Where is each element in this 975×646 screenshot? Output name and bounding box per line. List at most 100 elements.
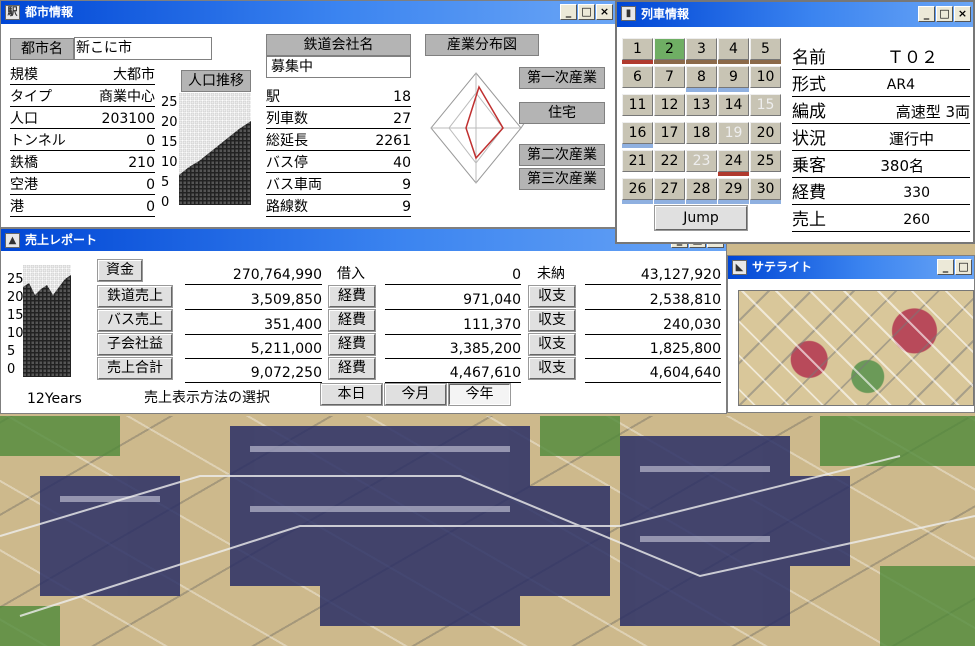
day-status-bar xyxy=(622,60,653,64)
subsidiary-profit-button[interactable]: 子会社益 xyxy=(97,333,173,356)
train-info-title: 列車情報 xyxy=(641,7,690,21)
stat-row-scale: 規模 大都市 xyxy=(10,67,155,85)
day-cell-18[interactable]: 18 xyxy=(686,122,717,144)
industry-primary: 第一次産業 xyxy=(519,67,605,89)
sales-total-button[interactable]: 売上合計 xyxy=(97,357,173,380)
city-name-field[interactable]: 新こに市 xyxy=(74,37,212,60)
balance-button-2[interactable]: 収支 xyxy=(528,309,576,332)
day-cell-25[interactable]: 25 xyxy=(750,150,781,172)
day-cell-14[interactable]: 14 xyxy=(718,94,749,116)
day-cell-24[interactable]: 24 xyxy=(718,150,749,172)
day-status-bar xyxy=(718,172,749,176)
period-today-button[interactable]: 本日 xyxy=(320,383,383,406)
day-status-bar xyxy=(718,88,749,92)
day-cell-4[interactable]: 4 xyxy=(718,38,749,60)
funds-value: 270,764,990 xyxy=(185,266,322,285)
expense-button-4[interactable]: 経費 xyxy=(328,357,376,380)
funds-button[interactable]: 資金 xyxy=(97,259,143,282)
industry-radar xyxy=(430,72,531,184)
day-cell-1[interactable]: 1 xyxy=(622,38,653,60)
sales-report-window: ▲ 売上レポート _ □ × 25 20 15 10 5 0 12Years 資… xyxy=(0,228,727,414)
loan-label: 借入 xyxy=(337,266,365,282)
city-buildings xyxy=(0,416,975,646)
day-status-bar xyxy=(686,88,717,92)
pop-axis: 25 20 15 10 5 0 xyxy=(161,95,178,210)
balance-button-1[interactable]: 収支 xyxy=(528,285,576,308)
years-label: 12Years xyxy=(27,391,82,407)
industry-housing: 住宅 xyxy=(519,102,605,124)
expense-button-3[interactable]: 経費 xyxy=(328,333,376,356)
day-cell-22[interactable]: 22 xyxy=(654,150,685,172)
day-cell-7[interactable]: 7 xyxy=(654,66,685,88)
satellite-map[interactable] xyxy=(738,290,974,406)
bus-sales-button[interactable]: バス売上 xyxy=(97,309,173,332)
day-cell-16[interactable]: 16 xyxy=(622,122,653,144)
satellite-icon: ◣ xyxy=(732,260,747,275)
day-cell-3[interactable]: 3 xyxy=(686,38,717,60)
day-status-bar xyxy=(718,200,749,204)
maximize-button[interactable]: □ xyxy=(955,259,972,275)
city-view[interactable] xyxy=(0,416,975,646)
train-icon: ▮ xyxy=(621,6,636,21)
day-cell-20[interactable]: 20 xyxy=(750,122,781,144)
day-cell-17[interactable]: 17 xyxy=(654,122,685,144)
day-cell-10[interactable]: 10 xyxy=(750,66,781,88)
stat-row-population: 人口 203100 xyxy=(10,111,155,129)
day-cell-19[interactable]: 19 xyxy=(718,122,749,144)
day-cell-27[interactable]: 27 xyxy=(654,178,685,200)
day-cell-5[interactable]: 5 xyxy=(750,38,781,60)
day-cell-8[interactable]: 8 xyxy=(686,66,717,88)
satellite-titlebar[interactable]: ◣ サテライト _ □ xyxy=(728,256,974,279)
day-status-bar xyxy=(686,200,717,204)
close-button[interactable]: × xyxy=(954,6,971,22)
balance-value-2: 240,030 xyxy=(585,316,721,335)
train-info-titlebar[interactable]: ▮ 列車情報 _ □ × xyxy=(617,2,973,27)
jump-button[interactable]: Jump xyxy=(654,205,748,231)
day-cell-15[interactable]: 15 xyxy=(750,94,781,116)
city-info-titlebar[interactable]: 駅 都市情報 _ □ × xyxy=(1,1,615,24)
day-cell-23[interactable]: 23 xyxy=(686,150,717,172)
day-cell-13[interactable]: 13 xyxy=(686,94,717,116)
rail-sales-value: 3,509,850 xyxy=(185,291,322,310)
day-cell-9[interactable]: 9 xyxy=(718,66,749,88)
maximize-button[interactable]: □ xyxy=(936,6,953,22)
expense-button-2[interactable]: 経費 xyxy=(328,309,376,332)
day-cell-21[interactable]: 21 xyxy=(622,150,653,172)
day-cell-29[interactable]: 29 xyxy=(718,178,749,200)
day-cell-12[interactable]: 12 xyxy=(654,94,685,116)
day-cell-11[interactable]: 11 xyxy=(622,94,653,116)
balance-button-3[interactable]: 収支 xyxy=(528,333,576,356)
balance-button-4[interactable]: 収支 xyxy=(528,357,576,380)
subsidiary-profit-value: 5,211,000 xyxy=(185,340,322,359)
pop-trend-graph xyxy=(179,93,251,205)
rail-row-routes: 路線数 9 xyxy=(266,199,411,217)
stat-row-bridge: 鉄橋 210 xyxy=(10,155,155,173)
day-cell-30[interactable]: 30 xyxy=(750,178,781,200)
expense-button-1[interactable]: 経費 xyxy=(328,285,376,308)
loan-value: 0 xyxy=(385,266,521,285)
day-cell-28[interactable]: 28 xyxy=(686,178,717,200)
period-year-button[interactable]: 今年 xyxy=(448,383,511,406)
rail-sales-button[interactable]: 鉄道売上 xyxy=(97,285,173,308)
rail-row-bus-stops: バス停 40 xyxy=(266,155,411,173)
city-icon: 駅 xyxy=(5,5,20,20)
industry-map-label: 産業分布図 xyxy=(425,34,539,56)
day-status-bar xyxy=(750,60,781,64)
minimize-button[interactable]: _ xyxy=(918,6,935,22)
day-cell-6[interactable]: 6 xyxy=(622,66,653,88)
rail-row-trains: 列車数 27 xyxy=(266,111,411,129)
rail-company-field[interactable]: 募集中 xyxy=(266,56,411,78)
day-status-bar xyxy=(622,200,653,204)
unpaid-label: 未納 xyxy=(537,266,565,282)
day-cell-26[interactable]: 26 xyxy=(622,178,653,200)
minimize-button[interactable]: _ xyxy=(937,259,954,275)
close-button[interactable]: × xyxy=(596,4,613,20)
day-cell-2[interactable]: 2 xyxy=(654,38,685,60)
day-status-bar xyxy=(654,200,685,204)
minimize-button[interactable]: _ xyxy=(560,4,577,20)
stat-row-type: タイプ 商業中心 xyxy=(10,89,155,107)
maximize-button[interactable]: □ xyxy=(578,4,595,20)
sales-axis: 25 20 15 10 5 0 xyxy=(7,272,24,377)
period-month-button[interactable]: 今月 xyxy=(384,383,447,406)
sales-trend-graph xyxy=(23,265,71,377)
